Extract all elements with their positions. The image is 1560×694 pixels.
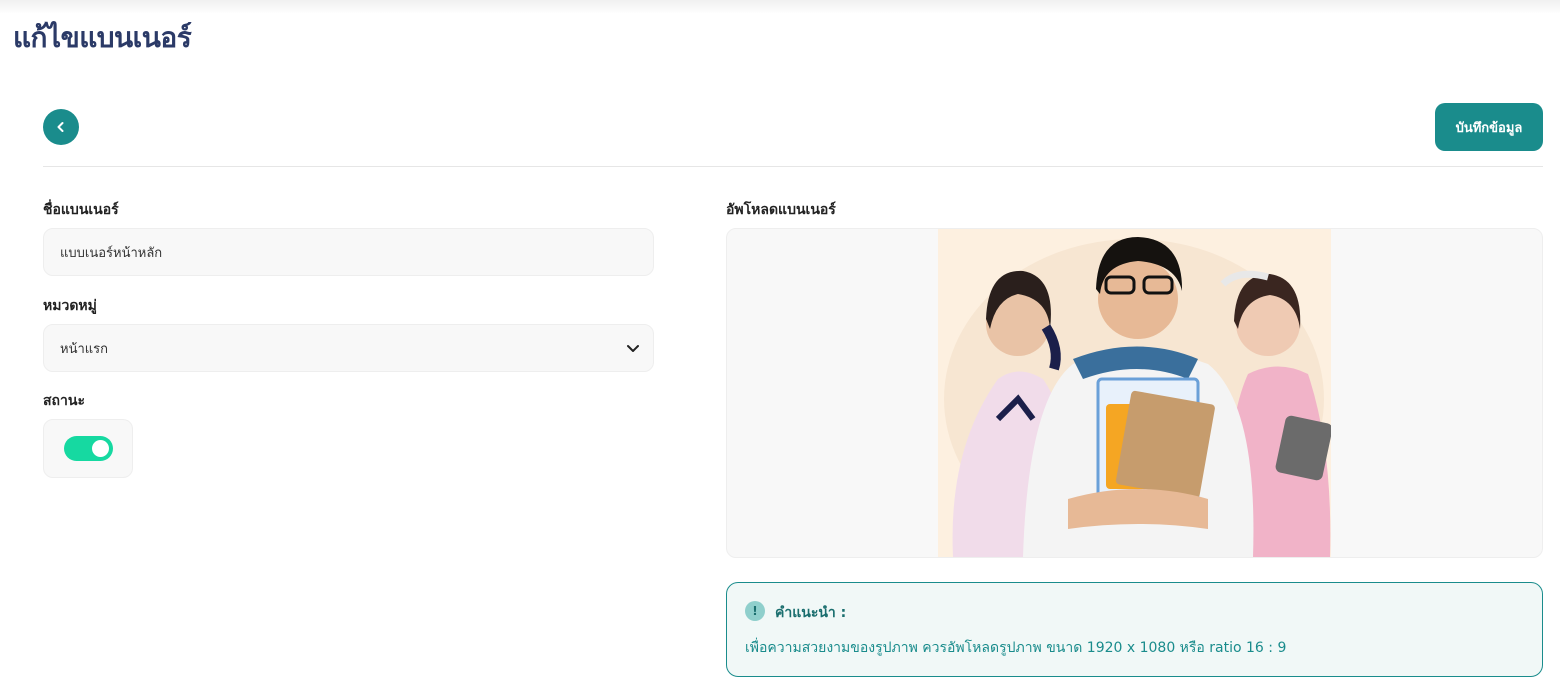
banner-name-input[interactable] (60, 244, 637, 260)
tip-title: คำแนะนำ : (775, 605, 847, 621)
toggle-knob (91, 440, 109, 457)
chevron-down-icon (627, 345, 639, 352)
tip-box: ! คำแนะนำ : เพื่อความสวยงามของรูปภาพ ควร… (726, 582, 1543, 677)
page-title: แก้ไขแบนเนอร์ (13, 21, 192, 54)
save-button[interactable]: บันทึกข้อมูล (1435, 103, 1543, 151)
tip-text: เพื่อความสวยงามของรูปภาพ ควรอัพโหลดรูปภา… (745, 640, 1287, 656)
category-select[interactable]: หน้าแรก (43, 324, 654, 372)
status-toggle-card (43, 419, 133, 478)
header-divider (43, 166, 1543, 167)
banner-preview-image (938, 229, 1331, 557)
info-icon: ! (745, 601, 765, 621)
top-shadow (0, 0, 1560, 14)
status-label: สถานะ (43, 393, 85, 409)
chevron-left-icon (57, 122, 64, 132)
back-button[interactable] (43, 109, 79, 145)
banner-name-label: ชื่อแบนเนอร์ (43, 202, 119, 218)
upload-banner-label: อัพโหลดแบนเนอร์ (726, 202, 836, 218)
banner-name-field[interactable] (43, 228, 654, 276)
status-toggle[interactable] (63, 436, 113, 461)
category-selected-value: หน้าแรก (60, 341, 108, 357)
category-label: หมวดหมู่ (43, 298, 97, 314)
banner-upload-area[interactable] (726, 228, 1543, 558)
